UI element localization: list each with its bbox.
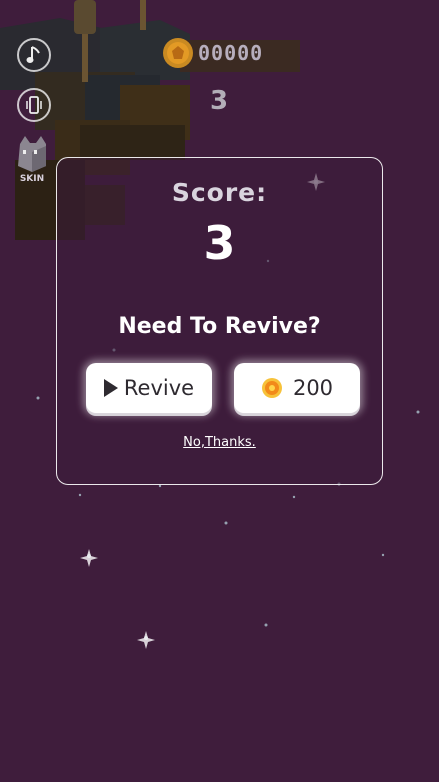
music-note-icon: [26, 46, 40, 63]
revive-button-label: Revive: [123, 376, 195, 400]
revive-question: Need To Revive?: [118, 314, 321, 339]
coin-icon: [261, 378, 282, 398]
vibration-toggle-button[interactable]: [17, 88, 51, 122]
skin-label: SKIN: [19, 174, 45, 184]
revive-ad-button[interactable]: Revive: [86, 363, 212, 413]
cat-cube-icon: [18, 136, 46, 172]
skin-button[interactable]: SKIN: [12, 134, 52, 184]
score-value: 3: [203, 216, 236, 270]
no-thanks-link[interactable]: No,Thanks.: [57, 435, 382, 450]
coin-counter: 00000: [162, 37, 263, 69]
music-toggle-button[interactable]: [17, 38, 51, 72]
play-icon: [103, 379, 118, 397]
revive-dialog: Score: 3 Need To Revive? Revive 200 No,T…: [56, 157, 383, 485]
current-score: 3: [209, 86, 229, 116]
coin-revive-cost: 200: [292, 376, 334, 400]
coin-count: 00000: [198, 41, 264, 65]
vibrate-phone-icon: [26, 96, 42, 114]
score-label: Score:: [171, 178, 268, 207]
coin-icon: [163, 38, 193, 68]
revive-with-coins-button[interactable]: 200: [234, 363, 360, 413]
